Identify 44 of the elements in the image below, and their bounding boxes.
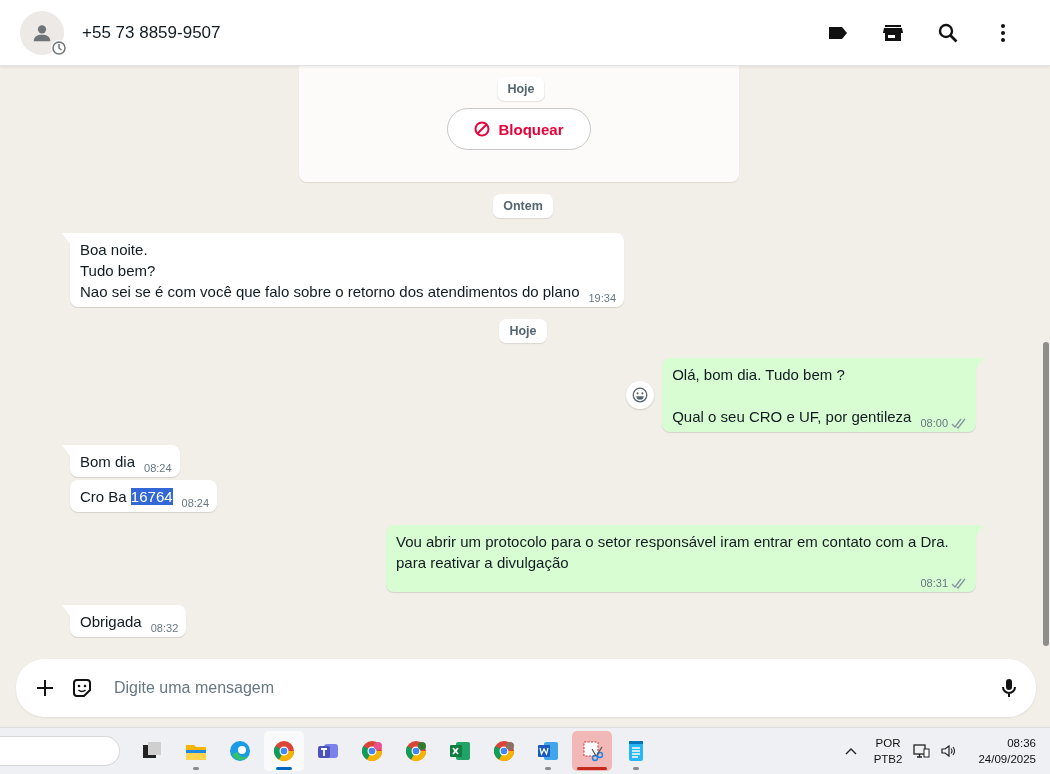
message-composer[interactable]: Digite uma mensagem bbox=[16, 659, 1036, 717]
emoji-react-button[interactable] bbox=[626, 381, 655, 409]
message-time: 08:24 bbox=[144, 461, 172, 475]
plus-icon[interactable] bbox=[34, 677, 56, 699]
clock-icon bbox=[50, 38, 68, 57]
contact-name[interactable]: +55 73 8859-9507 bbox=[82, 22, 810, 43]
clock-date[interactable]: 24/09/2025 bbox=[978, 751, 1036, 767]
message-time: 08:24 bbox=[181, 496, 210, 510]
keyboard-layout[interactable]: PTB2 bbox=[873, 751, 903, 767]
double-check-icon bbox=[951, 417, 968, 429]
scrollbar[interactable] bbox=[1043, 342, 1049, 646]
input-language[interactable]: POR bbox=[875, 735, 901, 751]
sticker-icon[interactable] bbox=[70, 676, 94, 700]
date-chip: Ontem bbox=[493, 194, 553, 218]
double-check-icon bbox=[951, 577, 968, 589]
message-text: Boa noite. Tudo bem? Nao sei se é com você que falo sobre o retorno dos atendimentos do plano bbox=[80, 240, 580, 302]
message-time: 19:34 bbox=[588, 291, 616, 305]
message-text: Olá, bom dia. Tudo bem ? Qual o seu CRO e UF, por gentileza bbox=[672, 365, 912, 427]
message-text: Vou abrir um protocolo para o setor responsável iram entrar em contato com a Dra. para reativar a divulgação bbox=[396, 532, 950, 573]
message-input[interactable]: Digite uma mensagem bbox=[108, 668, 984, 708]
message-text: Obrigada bbox=[80, 612, 142, 632]
block-icon bbox=[474, 121, 491, 137]
contact-avatar[interactable] bbox=[20, 10, 64, 55]
browser-icon bbox=[492, 739, 516, 763]
date-chip: Hoje bbox=[499, 319, 547, 343]
search-field[interactable] bbox=[0, 736, 120, 766]
document-icon bbox=[536, 739, 560, 763]
network-icon[interactable] bbox=[912, 742, 931, 760]
message-time: 08:31 bbox=[920, 576, 948, 590]
volume-icon[interactable] bbox=[940, 743, 957, 759]
message-time: 08:32 bbox=[150, 621, 179, 635]
block-button[interactable]: Bloquear bbox=[447, 108, 591, 150]
scissors-icon bbox=[580, 739, 604, 763]
spreadsheet-icon bbox=[448, 739, 472, 763]
smiley-icon[interactable] bbox=[632, 385, 649, 405]
browser-icon bbox=[360, 739, 384, 763]
date-chip: Hoje bbox=[497, 77, 545, 101]
browser-icon bbox=[404, 739, 428, 763]
browser-icon bbox=[228, 739, 252, 763]
clock-time[interactable]: 08:36 bbox=[1007, 735, 1036, 751]
message-time: 08:00 bbox=[920, 416, 948, 430]
message-text: Bom dia bbox=[80, 452, 136, 472]
browser-icon bbox=[272, 739, 296, 763]
message-text: Cro Ba 16764 bbox=[80, 487, 173, 507]
